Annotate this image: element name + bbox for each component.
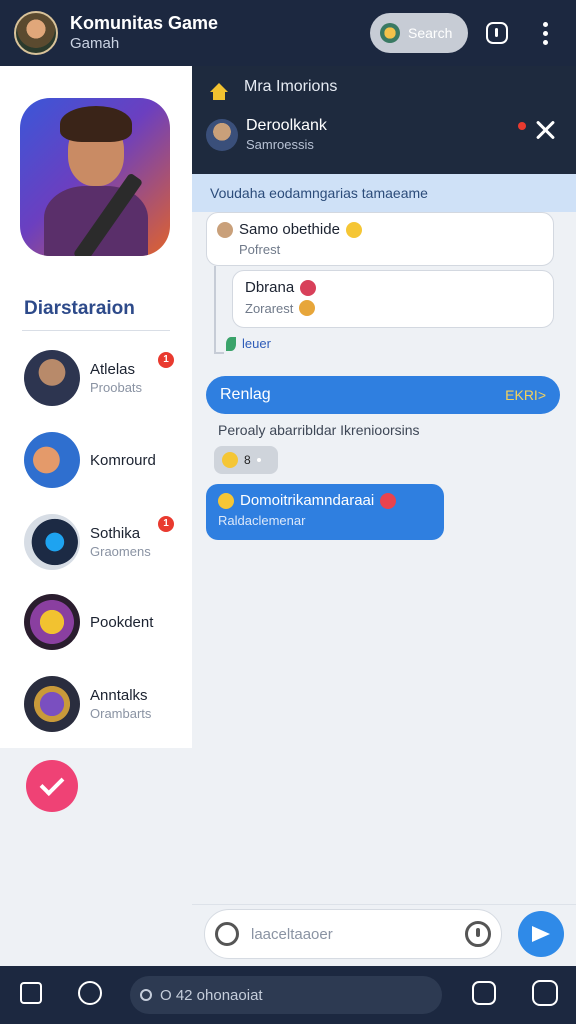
friend-avatar [24,432,80,488]
notification-dot [518,122,526,130]
inventory-nav-icon[interactable] [472,981,496,1005]
message-input[interactable] [251,925,465,943]
contact-avatar [206,118,238,151]
check-button[interactable] [26,760,78,812]
friend-item[interactable]: Komrourd [24,430,184,490]
player-avatar[interactable] [14,11,58,55]
home-icon [210,82,228,100]
sender-avatar [217,221,233,238]
message-input-wrap[interactable] [204,909,502,959]
smile-emoji-icon [345,221,362,238]
message-sub: Zorarest [245,300,294,316]
info-text: Peroaly abarribldar Ikrenioorsins [218,422,420,438]
level-indicator[interactable]: leuer [226,336,271,351]
unread-badge: 1 [158,516,174,532]
sidebar-divider [22,330,170,331]
chat-header: Mra Imorions Deroolkank Samroessis [192,66,576,174]
notice-banner: Voudaha eodamngarias tamaeame [192,174,576,212]
dot-icon [256,458,261,462]
info-icon [486,22,508,44]
contact-subtitle: Samroessis [246,137,314,152]
search-icon [140,989,152,1001]
reply-card[interactable]: Dbrana Zorarest [232,270,554,328]
friend-avatar [24,676,80,732]
message-title: Dbrana [245,279,295,296]
chat-body: Voudaha eodamngarias tamaeame Samo obeth… [192,174,576,904]
friend-name: Komrourd [90,451,156,469]
heart-emoji-icon [300,279,317,296]
search-label: Search [408,25,453,41]
reply-label: Renlag [220,386,271,403]
sidebar-section-label: Diarstaraion [24,298,135,319]
friend-item[interactable]: Atlelas Proobats 1 [24,348,184,408]
send-button[interactable] [518,911,564,957]
contact-name: Deroolkank [246,117,327,134]
reply-tag: EKRI> [505,387,546,403]
friend-status: Orambarts [90,706,152,721]
angry-emoji-icon [380,492,397,509]
message-sub: Pofrest [239,242,281,257]
friend-avatar [24,514,80,570]
game-banner-image[interactable] [20,98,170,256]
bubble-text: Domoitrikamndaraai [240,492,375,509]
breadcrumb-label: Mra Imorions [244,78,338,95]
friend-status: Proobats [90,380,143,395]
reaction-count: 8 [244,453,251,467]
friend-avatar [24,594,80,650]
app-title: Komunitas Game [70,13,219,33]
more-button[interactable] [526,14,564,52]
search-button[interactable]: Search [370,13,468,53]
search-icon [380,23,400,43]
message-bubble[interactable]: Domoitrikamndaraai Raldaclemenar [206,484,444,540]
mic-icon[interactable] [465,921,491,947]
attach-icon[interactable] [215,922,239,946]
home-nav-icon[interactable] [20,982,42,1004]
friend-item[interactable]: Anntalks Orambarts [24,674,184,734]
reaction-emoji-icon [299,300,316,316]
message-card[interactable]: Samo obethide Pofrest [206,212,554,266]
thread-connector [214,266,224,354]
conversation-contact[interactable]: Deroolkank Samroessis [206,116,327,153]
friend-name: Sothika [90,525,141,542]
friend-name: Atlelas [90,361,136,378]
reply-button[interactable]: Renlag EKRI> [206,376,560,414]
info-button[interactable] [478,14,516,52]
laugh-emoji-icon [218,492,234,509]
friend-item[interactable]: Pookdent [24,592,184,652]
friend-status: Graomens [90,544,151,559]
friend-name: Anntalks [90,687,148,704]
app-subtitle: Gamah [70,35,120,52]
reaction-chip[interactable]: 8 [214,446,278,474]
discover-nav-icon[interactable] [78,981,102,1005]
breadcrumb[interactable]: Mra Imorions [210,78,338,100]
top-app-bar: Komunitas Game Gamah Search [0,0,576,66]
friend-name: Pookdent [90,613,154,631]
app-titles: Komunitas Game Gamah [70,12,370,54]
friends-sidebar: Diarstaraion Atlelas Proobats 1 Komrourd… [0,66,192,748]
unread-badge: 1 [158,352,174,368]
message-composer [192,904,576,966]
leaf-icon [226,336,236,351]
bubble-subtext: Raldaclemenar [218,513,306,528]
close-icon[interactable] [534,118,558,142]
send-icon [532,926,550,942]
bottom-search-bar[interactable]: O 42 ohonaoiat [130,976,442,1014]
level-text: leuer [242,336,271,351]
friend-avatar [24,350,80,406]
more-icon [542,21,548,45]
bottom-navigation: O 42 ohonaoiat [0,966,576,1024]
bottom-search-text: O 42 ohonaoiat [160,986,263,1004]
message-title: Samo obethide [239,221,340,238]
grin-emoji-icon [222,452,238,468]
friend-item[interactable]: Sothika Graomens 1 [24,512,184,572]
settings-nav-icon[interactable] [532,980,558,1006]
